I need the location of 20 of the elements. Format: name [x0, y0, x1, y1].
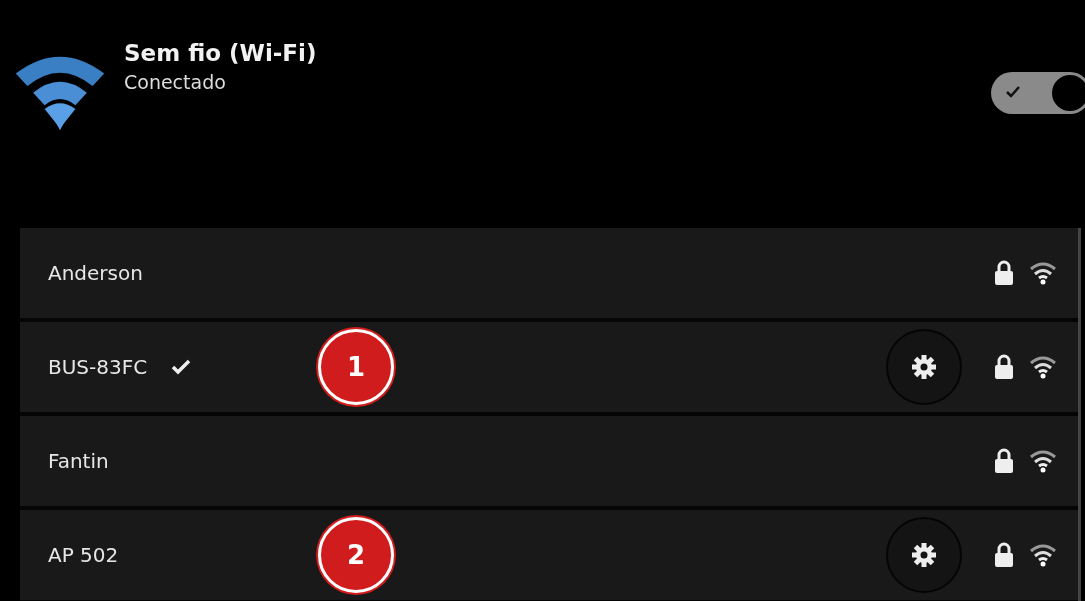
signal-icon — [1030, 355, 1056, 379]
network-name: Fantin — [48, 448, 109, 475]
network-name: Anderson — [48, 260, 143, 287]
gear-icon — [911, 354, 937, 380]
check-icon — [1005, 85, 1021, 99]
network-name: BUS-83FC — [48, 354, 148, 381]
network-row[interactable]: AP 502 2 — [20, 510, 1078, 601]
gear-icon — [911, 542, 937, 568]
network-name: AP 502 — [48, 542, 119, 569]
signal-icon — [1030, 543, 1056, 567]
network-row[interactable]: BUS-83FC 1 — [20, 322, 1078, 416]
callout-marker: 2 — [318, 517, 394, 593]
signal-icon — [1030, 449, 1056, 473]
wifi-title: Sem fio (Wi-Fi) — [124, 40, 317, 68]
wifi-toggle[interactable] — [991, 72, 1085, 114]
callout-marker: 1 — [318, 329, 394, 405]
connection-status: Conectado — [124, 69, 227, 95]
network-row[interactable]: Fantin — [20, 416, 1078, 510]
network-row[interactable]: Anderson — [20, 228, 1078, 322]
signal-icon — [1030, 261, 1056, 285]
